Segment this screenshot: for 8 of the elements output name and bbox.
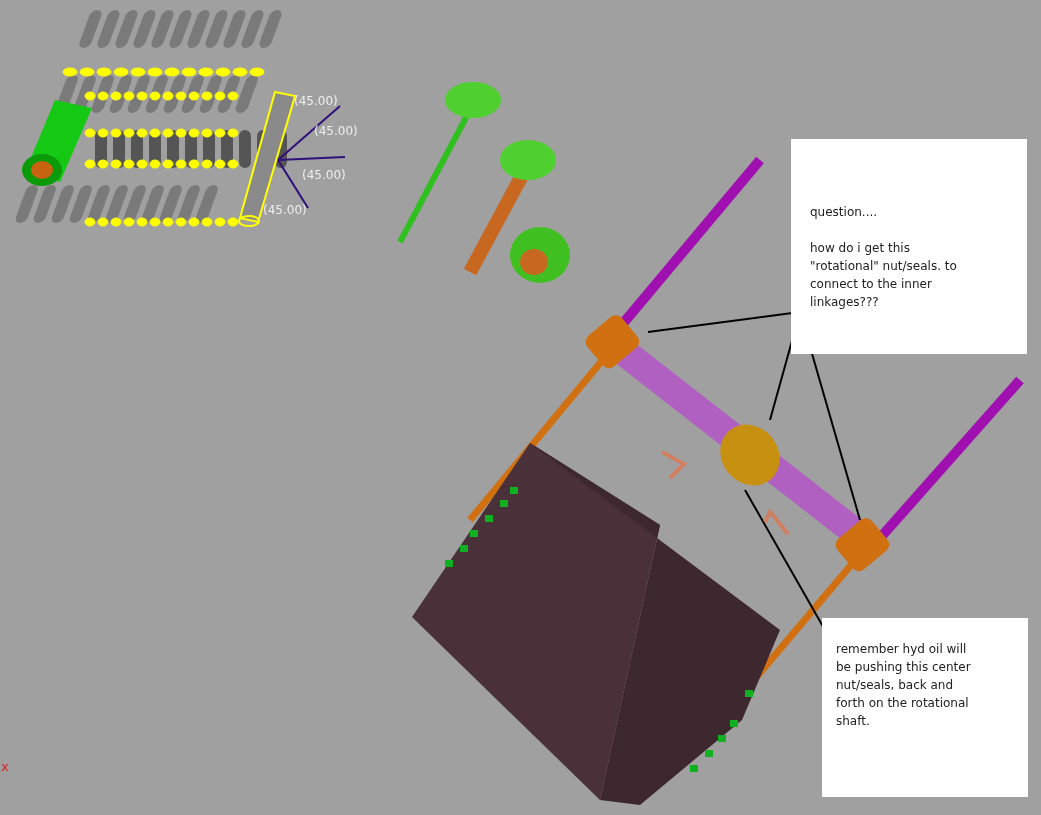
dimension-label: (45.00) <box>263 203 307 217</box>
dimension-label: (45.00) <box>302 168 346 182</box>
note-text: remember hyd oil will be pushing this center nut/seals, back and forth on the rotational shaft. <box>836 641 972 730</box>
dimension-label: (45.00) <box>294 94 338 108</box>
note-heading: question.... <box>810 204 879 221</box>
dimension-label: (45.00) <box>314 124 358 138</box>
note-text: how do i get this "rotational" nut/seals. to connect to the inner linkages??? <box>810 240 958 311</box>
axis-label: x <box>1 759 9 774</box>
